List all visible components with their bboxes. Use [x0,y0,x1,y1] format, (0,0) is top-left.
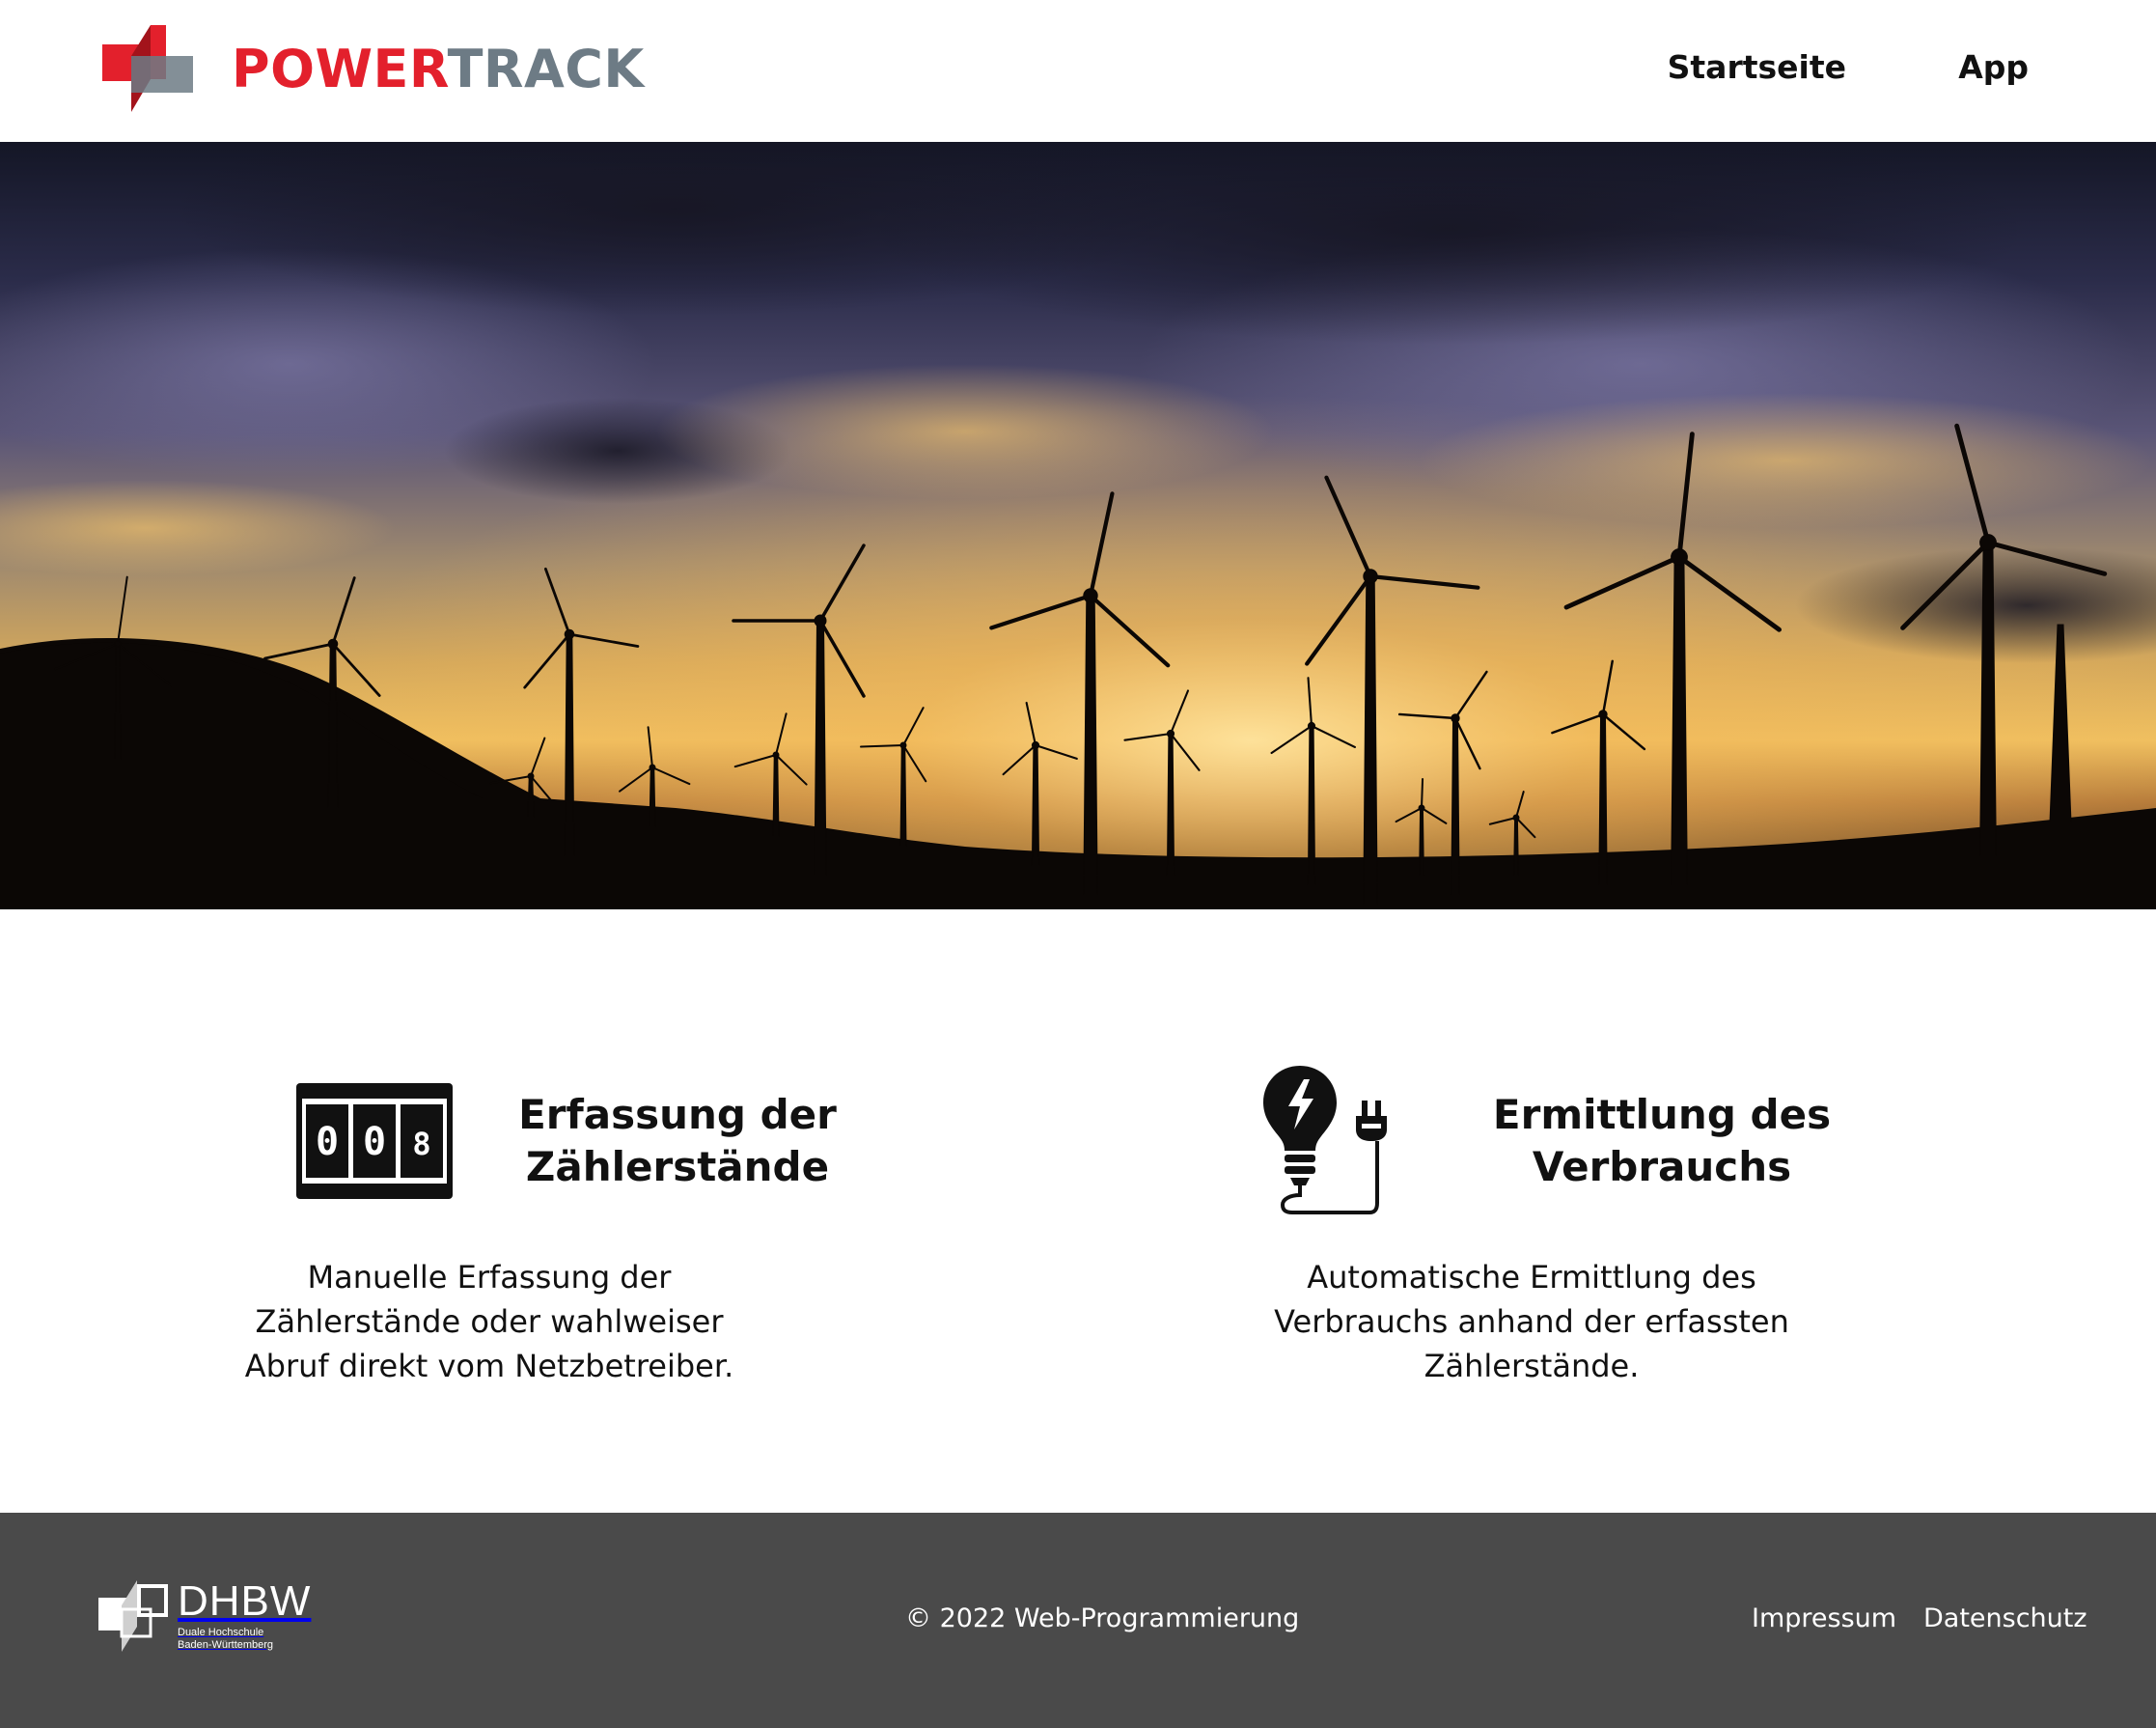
feature-meter-reading: 0 0 8 Erfassung der Zählerstände Manuelle… [205,1062,938,1384]
dhbw-subtitle: Duale Hochschule Baden-Württemberg [178,1627,274,1651]
meter-counter-icon: 0 0 8 [296,1083,453,1199]
turbine-hub [899,741,907,749]
turbine-tower [1513,817,1519,877]
feature-header: Ermittlung des Verbrauchs [1189,1062,1922,1226]
turbine-hub [1598,710,1608,719]
turbine-hub [327,638,339,650]
counter-digit: 0 [316,1120,339,1164]
turbine-tower [1979,542,1997,857]
feature-description: Automatische Ermittlung des Verbrauchs an… [1274,1259,1789,1384]
turbine-tower [1031,744,1040,867]
turbine-hub [649,764,656,771]
turbine-hub [1363,569,1378,584]
logo-wordmark: POWERTRACK [232,39,645,99]
nav-link-startseite[interactable]: Startseite [1668,48,1846,86]
turbine-tower [527,775,535,819]
turbine-hub [814,614,827,627]
feature-header: 0 0 8 Erfassung der Zählerstände [205,1062,938,1226]
turbine-tower [814,620,827,877]
turbine-tower [1671,556,1688,886]
turbine-hub [1451,713,1460,723]
counter-digit: 8 [412,1126,430,1162]
feature-title: Ermittlung des Verbrauchs [1492,1091,1832,1190]
powertrack-logo[interactable]: POWERTRACK [102,25,645,114]
turbine-tower [1307,725,1316,886]
wind-turbines-sunset-image [0,142,2156,909]
dhbw-logo-icon [98,1580,168,1652]
feature-consumption: Ermittlung des Verbrauchs Automatische Er… [1189,1062,1922,1384]
turbine-tower [327,643,339,809]
turbine-hub [1512,814,1520,822]
turbine-hub [1307,721,1316,731]
turbine-tower [1419,807,1424,877]
turbine-hub [564,628,575,640]
turbine-tower [114,643,122,761]
dhbw-logo[interactable]: DHBW Duale Hochschule Baden-Württemberg [98,1580,311,1652]
nav-link-app[interactable]: App [1958,48,2029,86]
site-header: POWERTRACK Startseite App [0,0,2156,142]
turbine-tower [1598,713,1608,886]
turbine-hub [1671,548,1688,566]
feature-description: Manuelle Erfassung der Zählerstände oder … [244,1259,734,1384]
dhbw-text: DHBW Duale Hochschule Baden-Württemberg [178,1580,311,1652]
turbine-hub [1166,729,1175,739]
turbine-hub [1031,740,1040,750]
turbine-hub [1418,804,1425,812]
turbine-hub [1083,588,1098,603]
turbine-tower [899,744,907,848]
turbine-tower [649,766,656,828]
turbine-hub [114,640,122,648]
copyright-text: © 2022 Web-Programmierung [905,1603,1300,1633]
turbine-hub [1979,534,1997,551]
turbine-blade [1421,778,1424,809]
turbine-tower [1363,575,1378,906]
turbine-tower [772,754,780,838]
dhbw-name: DHBW [178,1577,312,1625]
site-footer: DHBW Duale Hochschule Baden-Württemberg ©… [0,1513,2156,1728]
turbine-tower [564,633,575,857]
turbine-hub [527,772,535,780]
lightbulb-plug-icon [1263,1066,1387,1214]
turbine-tower [1451,717,1460,896]
feature-title: Erfassung der Zählerstände [518,1091,837,1190]
footer-link-impressum[interactable]: Impressum [1752,1603,1896,1633]
turbine-tower [1083,595,1098,896]
powertrack-logo-icon [102,25,193,112]
footer-link-datenschutz[interactable]: Datenschutz [1923,1603,2087,1633]
hero-image [0,142,2156,909]
counter-digit: 0 [363,1120,386,1164]
turbine-hub [772,751,780,759]
turbine-tower [1166,733,1175,877]
